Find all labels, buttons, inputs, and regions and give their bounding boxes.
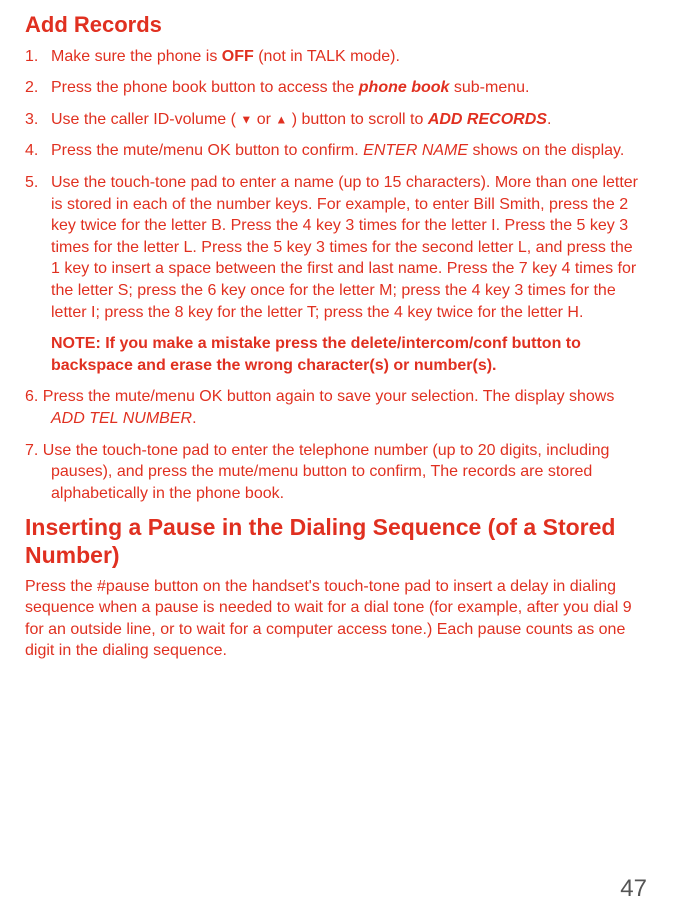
heading-inserting-pause: Inserting a Pause in the Dialing Sequenc… (25, 514, 645, 569)
bolditalic-text: ADD RECORDS (428, 111, 547, 128)
text: (not in TALK mode). (254, 48, 400, 65)
step-number: 1. (25, 46, 51, 68)
paragraph: Press the #pause button on the handset's… (25, 576, 645, 662)
step-body: Make sure the phone is OFF (not in TALK … (51, 46, 645, 68)
text: sub-menu. (449, 79, 529, 96)
step-number: 5. (25, 172, 51, 323)
text: 7. Use the touch-tone pad to enter the t… (25, 442, 609, 459)
note-text: NOTE: If you make a mistake press the de… (25, 333, 645, 376)
italic-text: ADD TEL NUMBER (51, 410, 192, 427)
down-arrow-icon: ▼ (240, 113, 252, 127)
text: or (252, 111, 275, 128)
step-1: 1. Make sure the phone is OFF (not in TA… (25, 46, 645, 68)
text: Make sure the phone is (51, 48, 222, 65)
heading-add-records: Add Records (25, 10, 645, 40)
step-body: Press the phone book button to access th… (51, 77, 645, 99)
text: . (192, 410, 196, 427)
step-7: 7. Use the touch-tone pad to enter the t… (25, 440, 645, 505)
bolditalic-text: phone book (359, 79, 450, 96)
steps-list: 1. Make sure the phone is OFF (not in TA… (25, 46, 645, 324)
up-arrow-icon: ▲ (275, 113, 287, 127)
step-body: Use the caller ID-volume ( ▼ or ▲ ) butt… (51, 109, 645, 131)
step-body: Press the mute/menu OK button to confirm… (51, 140, 645, 162)
text: ) button to scroll to (287, 111, 428, 128)
step-5: 5. Use the touch-tone pad to enter a nam… (25, 172, 645, 323)
step-number: 3. (25, 109, 51, 131)
text: shows on the display. (468, 142, 624, 159)
text: Press the mute/menu OK button to confirm… (51, 142, 363, 159)
step-2: 2. Press the phone book button to access… (25, 77, 645, 99)
page-number: 47 (620, 873, 647, 905)
text: Use the caller ID-volume ( (51, 111, 240, 128)
step-4: 4. Press the mute/menu OK button to conf… (25, 140, 645, 162)
text: pauses), and press the mute/menu button … (25, 461, 645, 504)
text: Press the phone book button to access th… (51, 79, 359, 96)
step-body: Use the touch-tone pad to enter a name (… (51, 172, 645, 323)
text: . (547, 111, 551, 128)
text: 6. Press the mute/menu OK button again t… (25, 388, 614, 405)
step-3: 3. Use the caller ID-volume ( ▼ or ▲ ) b… (25, 109, 645, 131)
bold-text: OFF (222, 48, 254, 65)
italic-text: ENTER NAME (363, 142, 468, 159)
step-6: 6. Press the mute/menu OK button again t… (25, 386, 645, 429)
step-number: 4. (25, 140, 51, 162)
step-number: 2. (25, 77, 51, 99)
